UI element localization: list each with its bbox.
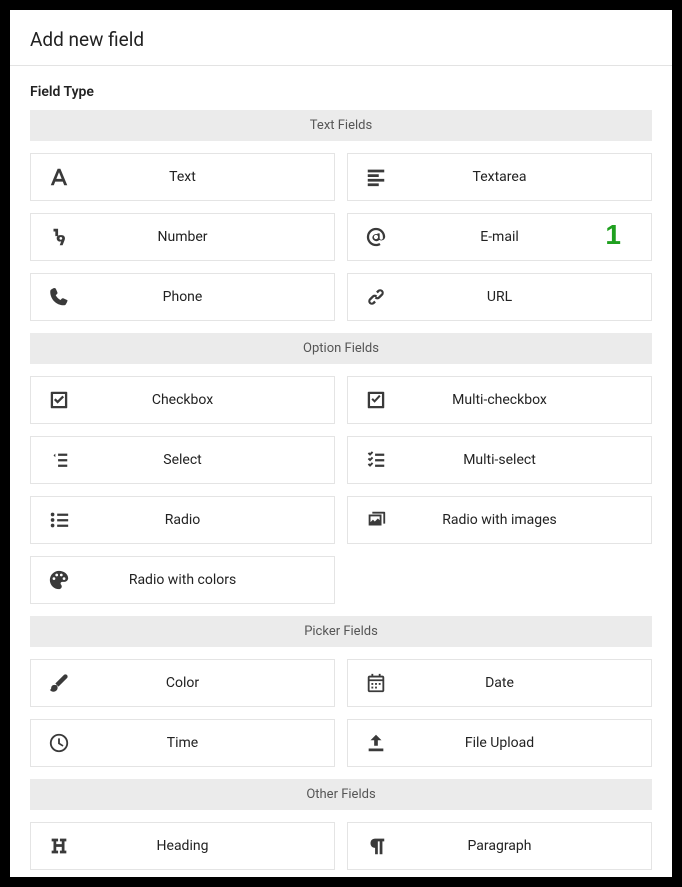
check-square-icon — [31, 389, 87, 411]
select-icon — [31, 449, 87, 471]
divider — [10, 65, 672, 66]
phone-icon — [31, 286, 87, 308]
clock-icon — [31, 732, 87, 754]
option-grid: Text Textarea Number E-mail1 Phone URL — [30, 153, 652, 321]
list-dots-icon — [31, 509, 87, 531]
paragraph-icon — [348, 835, 404, 857]
option-label: Radio — [87, 512, 334, 528]
section-header: Option Fields — [30, 333, 652, 364]
link-icon — [348, 286, 404, 308]
option-label: Multi-select — [404, 452, 651, 468]
field-option-radio-colors[interactable]: Radio with colors — [30, 556, 335, 604]
field-option-select[interactable]: Select — [30, 436, 335, 484]
field-option-paragraph[interactable]: Paragraph — [347, 822, 652, 870]
images-icon — [348, 509, 404, 531]
one-nine-icon — [31, 226, 87, 248]
field-option-file-upload[interactable]: File Upload — [347, 719, 652, 767]
upload-icon — [348, 732, 404, 754]
option-label: Number — [87, 229, 334, 245]
field-type-label: Field Type — [30, 84, 652, 100]
field-option-text[interactable]: Text — [30, 153, 335, 201]
field-option-phone[interactable]: Phone — [30, 273, 335, 321]
option-label: Time — [87, 735, 334, 751]
multi-select-icon — [348, 449, 404, 471]
option-label: Select — [87, 452, 334, 468]
calendar-icon — [348, 672, 404, 694]
field-option-color[interactable]: Color — [30, 659, 335, 707]
field-option-multi-select[interactable]: Multi-select — [347, 436, 652, 484]
align-left-icon — [348, 166, 404, 188]
section-header: Picker Fields — [30, 616, 652, 647]
field-option-checkbox[interactable]: Checkbox — [30, 376, 335, 424]
option-label: Heading — [87, 838, 334, 854]
palette-icon — [31, 569, 87, 591]
option-label: URL — [404, 289, 651, 305]
panel-title: Add new field — [30, 28, 652, 51]
field-option-radio[interactable]: Radio — [30, 496, 335, 544]
section-header: Text Fields — [30, 110, 652, 141]
field-option-multi-checkbox[interactable]: Multi-checkbox — [347, 376, 652, 424]
field-option-heading[interactable]: Heading — [30, 822, 335, 870]
heading-icon — [31, 835, 87, 857]
option-grid: Color Date Time File Upload — [30, 659, 652, 767]
field-option-number[interactable]: Number — [30, 213, 335, 261]
multi-check-square-icon — [348, 389, 404, 411]
option-grid: Checkbox Multi-checkbox Select Multi-select… — [30, 376, 652, 604]
field-option-url[interactable]: URL — [347, 273, 652, 321]
option-label: Paragraph — [404, 838, 651, 854]
option-label: Color — [87, 675, 334, 691]
field-option-time[interactable]: Time — [30, 719, 335, 767]
option-label: Text — [87, 169, 334, 185]
field-option-textarea[interactable]: Textarea — [347, 153, 652, 201]
option-label: Multi-checkbox — [404, 392, 651, 408]
field-option-email[interactable]: E-mail1 — [347, 213, 652, 261]
font-icon — [31, 166, 87, 188]
option-grid: HeadingParagraphImageHTMLHidden — [30, 822, 652, 877]
at-icon — [348, 226, 404, 248]
field-option-radio-images[interactable]: Radio with images — [347, 496, 652, 544]
option-label: File Upload — [404, 735, 651, 751]
add-field-panel: Add new field Field Type Text Fields Text… — [10, 10, 672, 877]
option-label: E-mail — [404, 229, 651, 245]
option-label: Textarea — [404, 169, 651, 185]
option-label: Radio with images — [404, 512, 651, 528]
option-label: Checkbox — [87, 392, 334, 408]
section-header: Other Fields — [30, 779, 652, 810]
option-label: Phone — [87, 289, 334, 305]
option-label: Date — [404, 675, 651, 691]
option-label: Radio with colors — [87, 572, 334, 588]
brush-icon — [31, 672, 87, 694]
field-option-date[interactable]: Date — [347, 659, 652, 707]
